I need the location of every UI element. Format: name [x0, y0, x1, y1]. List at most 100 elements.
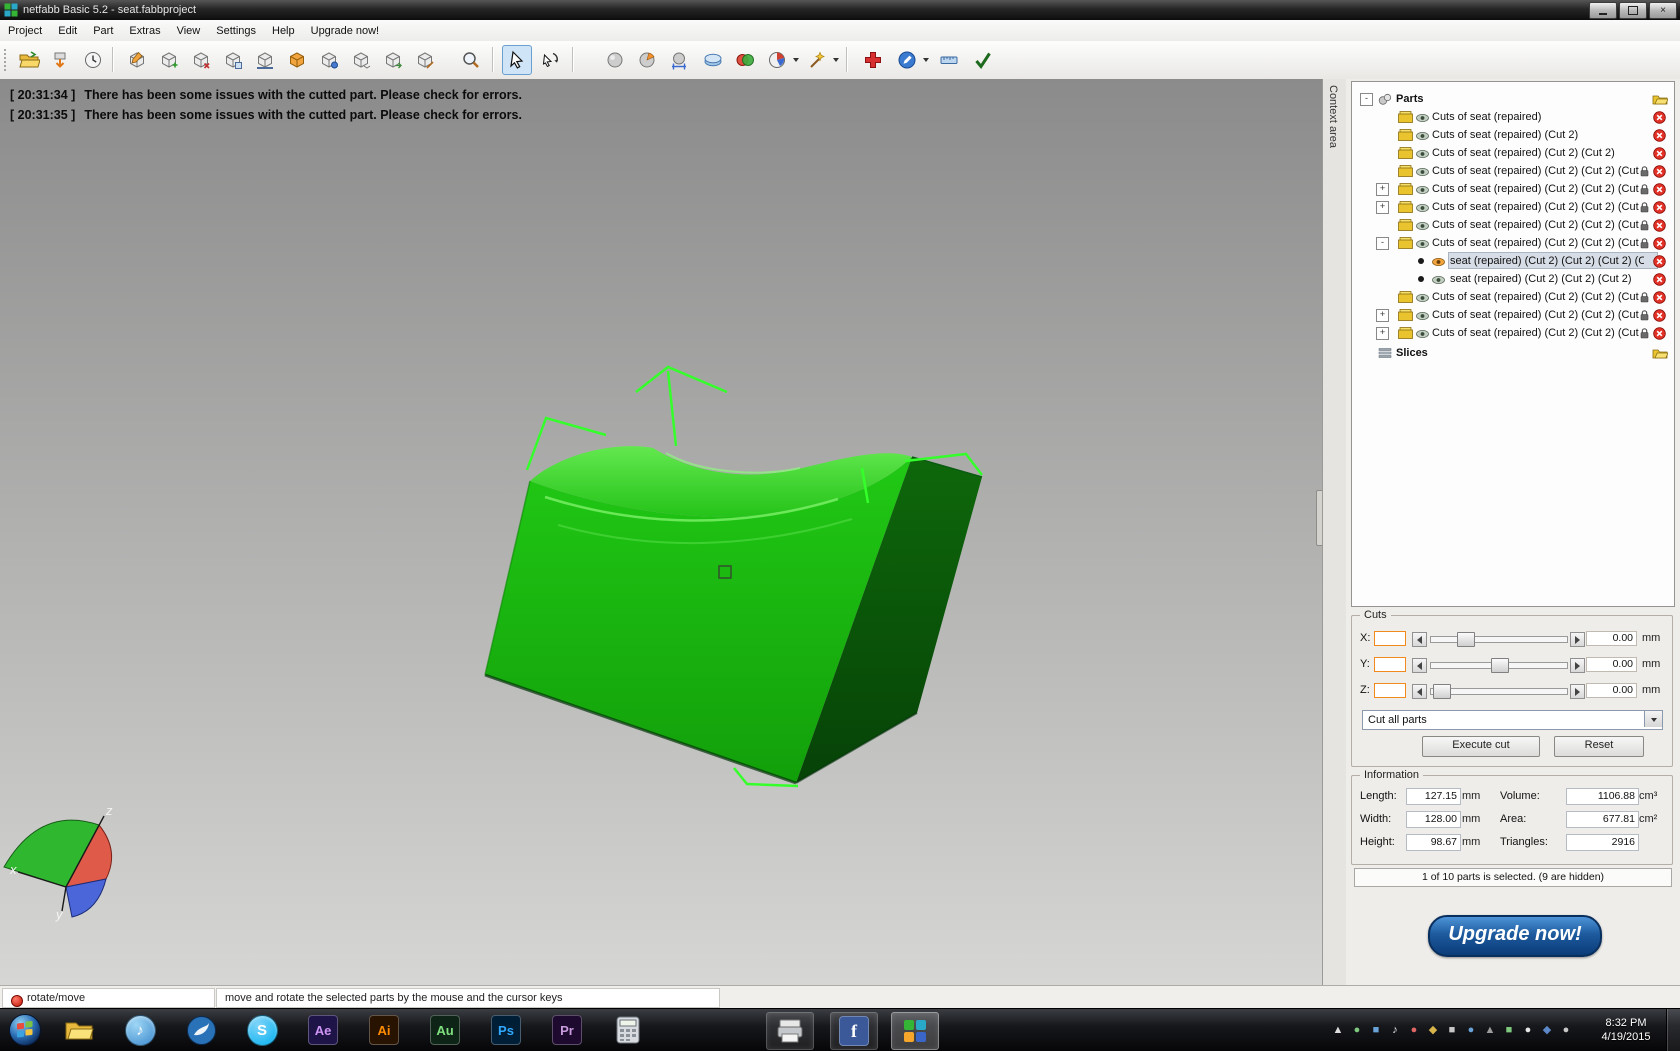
- edit-mesh-button[interactable]: [892, 45, 922, 75]
- view-mode-button[interactable]: [762, 45, 792, 75]
- eye-icon[interactable]: [1416, 203, 1429, 213]
- tray-icon[interactable]: ▲: [1482, 1022, 1498, 1038]
- tray-icon[interactable]: ♪: [1387, 1022, 1403, 1038]
- menu-extras[interactable]: Extras: [121, 22, 168, 40]
- seat-model[interactable]: [485, 446, 982, 783]
- collapse-icon[interactable]: -: [1360, 93, 1373, 106]
- toolbar-grip[interactable]: [4, 49, 9, 71]
- measure-button[interactable]: [934, 45, 964, 75]
- collapse-icon[interactable]: -: [1376, 237, 1389, 250]
- eye-icon[interactable]: [1416, 167, 1429, 177]
- taskbar-audition[interactable]: Au: [422, 1012, 468, 1048]
- taskbar-netfabb-active[interactable]: [891, 1012, 939, 1050]
- tree-item[interactable]: Cuts of seat (repaired) (Cut 2) (Cut 2) …: [1352, 216, 1674, 234]
- repair-wand-button[interactable]: [802, 45, 832, 75]
- slider-right-arrow[interactable]: [1570, 658, 1585, 673]
- menu-part[interactable]: Part: [85, 22, 121, 40]
- cut-mode-select[interactable]: Cut all parts: [1362, 710, 1663, 730]
- open-folder-icon[interactable]: [1652, 93, 1668, 105]
- tree-item[interactable]: + Cuts of seat (repaired) (Cut 2) (Cut 2…: [1352, 324, 1674, 342]
- cut-z-slider[interactable]: [1430, 688, 1568, 695]
- execute-cut-button[interactable]: Execute cut: [1422, 736, 1540, 757]
- cut-sphere-button[interactable]: [632, 45, 662, 75]
- cut-x-slider[interactable]: [1430, 636, 1568, 643]
- tree-item[interactable]: + Cuts of seat (repaired) (Cut 2) (Cut 2…: [1352, 180, 1674, 198]
- taskbar-illustrator[interactable]: Ai: [361, 1012, 407, 1048]
- eye-hidden-icon[interactable]: [1432, 275, 1445, 285]
- select-tool-button[interactable]: [502, 45, 532, 75]
- taskbar-printer-app[interactable]: [766, 1012, 814, 1050]
- taskbar-calculator[interactable]: [605, 1012, 651, 1048]
- eye-icon[interactable]: [1416, 131, 1429, 141]
- open-project-button[interactable]: [14, 45, 44, 75]
- tray-icon[interactable]: ◆: [1425, 1022, 1441, 1038]
- measure-cube-button[interactable]: [410, 45, 440, 75]
- tray-icon[interactable]: ▲: [1330, 1022, 1346, 1038]
- tree-root-parts[interactable]: - Parts: [1352, 90, 1674, 108]
- taskbar-thunderbird[interactable]: [178, 1012, 224, 1048]
- repair-button[interactable]: [858, 45, 888, 75]
- edit-mesh-dropdown[interactable]: [920, 51, 931, 67]
- cut-x-value[interactable]: 0.00: [1586, 631, 1637, 646]
- slider-right-arrow[interactable]: [1570, 684, 1585, 699]
- tree-item[interactable]: seat (repaired) (Cut 2) (Cut 2) (Cut 2): [1352, 270, 1674, 288]
- menu-view[interactable]: View: [169, 22, 209, 40]
- tree-item[interactable]: - Cuts of seat (repaired) (Cut 2) (Cut 2…: [1352, 234, 1674, 252]
- slice-button[interactable]: [698, 45, 728, 75]
- eye-icon[interactable]: [1416, 221, 1429, 231]
- tray-icon[interactable]: ●: [1558, 1022, 1574, 1038]
- cut-y-input[interactable]: [1374, 657, 1406, 672]
- cut-x-input[interactable]: [1374, 631, 1406, 646]
- tree-item[interactable]: Cuts of seat (repaired): [1352, 108, 1674, 126]
- taskbar-file-app[interactable]: f: [830, 1012, 878, 1050]
- project-history-button[interactable]: [78, 45, 108, 75]
- eye-icon[interactable]: [1416, 149, 1429, 159]
- tray-icon[interactable]: ●: [1406, 1022, 1422, 1038]
- expand-icon[interactable]: +: [1376, 309, 1389, 322]
- title-bar[interactable]: netfabb Basic 5.2 - seat.fabbproject ×: [0, 0, 1680, 21]
- tree-root-slices[interactable]: Slices: [1352, 344, 1674, 362]
- cut-z-input[interactable]: [1374, 683, 1406, 698]
- edit-part-button[interactable]: [122, 45, 152, 75]
- analyse-button[interactable]: [600, 45, 630, 75]
- tray-icon[interactable]: ●: [1520, 1022, 1536, 1038]
- viewport-3d[interactable]: x y z [ 20:31:34 ]There has been some is…: [0, 79, 1322, 985]
- expand-icon[interactable]: +: [1376, 201, 1389, 214]
- slider-handle[interactable]: [1491, 658, 1509, 673]
- cut-z-value[interactable]: 0.00: [1586, 683, 1637, 698]
- eye-icon[interactable]: [1416, 185, 1429, 195]
- tree-item[interactable]: + Cuts of seat (repaired) (Cut 2) (Cut 2…: [1352, 306, 1674, 324]
- slider-left-arrow[interactable]: [1412, 658, 1427, 673]
- tray-icon[interactable]: ■: [1501, 1022, 1517, 1038]
- eye-visible-icon[interactable]: [1432, 257, 1445, 267]
- taskbar-skype[interactable]: S: [239, 1012, 285, 1048]
- eye-icon[interactable]: [1416, 329, 1429, 339]
- expand-icon[interactable]: +: [1376, 183, 1389, 196]
- tree-item[interactable]: Cuts of seat (repaired) (Cut 2) (Cut 2) …: [1352, 162, 1674, 180]
- menu-help[interactable]: Help: [264, 22, 303, 40]
- slider-left-arrow[interactable]: [1412, 684, 1427, 699]
- scale-sphere-button[interactable]: [664, 45, 694, 75]
- menu-settings[interactable]: Settings: [208, 22, 264, 40]
- show-desktop-button[interactable]: [1666, 1009, 1680, 1051]
- restore-button[interactable]: [1619, 2, 1647, 19]
- taskbar-explorer[interactable]: [56, 1012, 102, 1048]
- tray-icon[interactable]: ●: [1463, 1022, 1479, 1038]
- expand-icon[interactable]: +: [1376, 327, 1389, 340]
- tree-item[interactable]: Cuts of seat (repaired) (Cut 2) (Cut 2): [1352, 144, 1674, 162]
- add-part-cube-button[interactable]: [154, 45, 184, 75]
- upgrade-now-button[interactable]: Upgrade now!: [1428, 915, 1602, 957]
- slider-left-arrow[interactable]: [1412, 632, 1427, 647]
- parts-tree[interactable]: - Parts Cuts of seat (repaired) Cuts of …: [1351, 81, 1675, 607]
- dropdown-arrow-icon[interactable]: [1644, 711, 1662, 727]
- eye-icon[interactable]: [1416, 311, 1429, 321]
- tree-item[interactable]: Cuts of seat (repaired) (Cut 2) (Cut 2) …: [1352, 288, 1674, 306]
- taskbar-premiere[interactable]: Pr: [544, 1012, 590, 1048]
- machine-cube-button[interactable]: [314, 45, 344, 75]
- reset-button[interactable]: Reset: [1554, 736, 1644, 757]
- validate-button[interactable]: [968, 45, 998, 75]
- menu-upgrade[interactable]: Upgrade now!: [303, 22, 388, 40]
- eye-icon[interactable]: [1416, 239, 1429, 249]
- slider-right-arrow[interactable]: [1570, 632, 1585, 647]
- arrange-cube-button[interactable]: [378, 45, 408, 75]
